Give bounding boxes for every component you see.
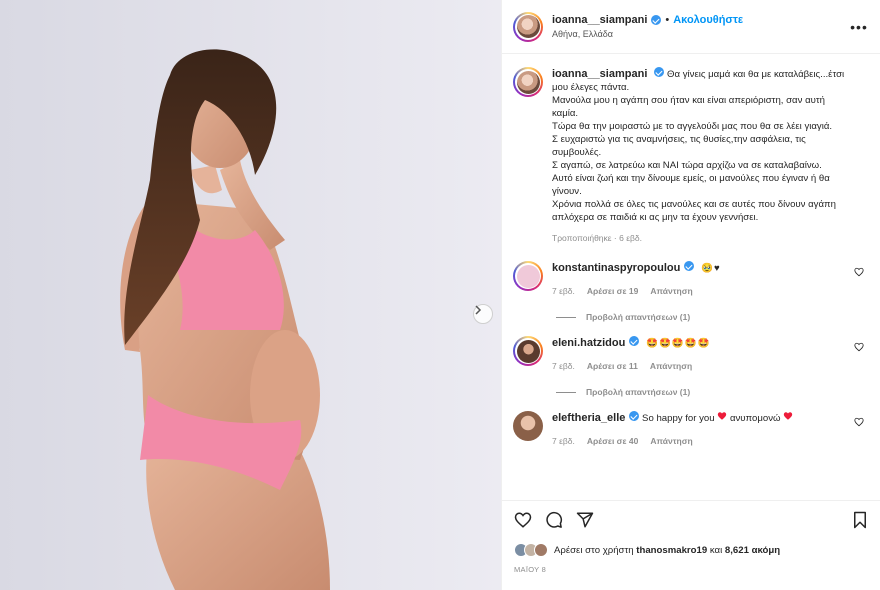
caption-line: Σ ευχαριστώ για τις αναμνήσεις, τις θυσί… — [552, 134, 806, 158]
like-heart-icon[interactable] — [514, 511, 532, 529]
next-photo-button[interactable] — [473, 304, 493, 324]
more-options-icon[interactable]: ••• — [850, 19, 868, 35]
red-heart-emoji-icon — [718, 412, 727, 420]
caption-username[interactable]: ioanna__siampani — [552, 68, 647, 80]
comment-item: eleni.hatzidou 🤩🤩🤩🤩🤩 7 εβδ. Αρέσει σε 11… — [513, 336, 868, 373]
verified-badge-icon — [654, 67, 665, 77]
commenter-avatar[interactable] — [513, 336, 543, 366]
verified-badge-icon — [629, 336, 640, 346]
post-date[interactable]: ΜΑΪΟΥ 8 — [514, 565, 868, 574]
likes-summary: Αρέσει στο χρήστη thanosmakro19 και 8,62… — [514, 543, 868, 557]
view-replies-label: Προβολή απαντήσεων (1) — [586, 387, 691, 397]
comment-likes[interactable]: Αρέσει σε 19 — [587, 285, 638, 298]
comment-username[interactable]: eleni.hatzidou — [552, 337, 625, 349]
view-replies-button[interactable]: Προβολή απαντήσεων (1) — [556, 312, 868, 322]
post-location[interactable]: Αθήνα, Ελλάδα — [552, 29, 850, 39]
liked-by-username[interactable]: thanosmakro19 — [636, 545, 707, 556]
author-username[interactable]: ioanna__siampani — [552, 14, 647, 26]
share-send-icon[interactable] — [576, 511, 594, 529]
follow-button[interactable]: Ακολουθήστε — [673, 14, 743, 26]
caption-line: Αυτό είναι ζωή και την δίνουμε εμείς, οι… — [552, 173, 830, 197]
caption-author-avatar[interactable] — [513, 67, 543, 97]
comment-text: So happy for you — [642, 413, 715, 424]
caption-edited-time: Τροποποιήθηκε · 6 εβδ. — [552, 233, 642, 243]
likes-prefix: Αρέσει στο χρήστη — [554, 544, 634, 556]
likes-count[interactable]: 8,621 ακόμη — [725, 545, 780, 556]
red-heart-emoji-icon — [784, 412, 793, 420]
comments-section: ioanna__siampani Θα γίνεις μαμά και θα μ… — [502, 55, 880, 500]
like-comment-heart-icon[interactable] — [854, 417, 864, 427]
post-sidebar: ioanna__siampani • Ακολουθήστε Αθήνα, Ελ… — [501, 0, 880, 590]
post-header: ioanna__siampani • Ακολουθήστε Αθήνα, Ελ… — [502, 0, 880, 54]
verified-badge-icon — [651, 15, 662, 25]
comment-age[interactable]: 7 εβδ. — [552, 285, 575, 298]
view-replies-button[interactable]: Προβολή απαντήσεων (1) — [556, 387, 868, 397]
post-caption: ioanna__siampani Θα γίνεις μαμά και θα μ… — [513, 67, 868, 245]
commenter-avatar[interactable] — [513, 411, 543, 441]
view-replies-label: Προβολή απαντήσεων (1) — [586, 312, 691, 322]
caption-line: Μανούλα μου η αγάπη σου ήταν και είναι α… — [552, 95, 825, 119]
comment-text: 🤩🤩🤩🤩🤩 — [646, 338, 711, 349]
commenter-avatar[interactable] — [513, 261, 543, 291]
verified-badge-icon — [684, 261, 695, 271]
comment-age[interactable]: 7 εβδ. — [552, 360, 575, 373]
post-photo[interactable] — [0, 0, 501, 590]
comment-text-after: ανυπομονώ — [729, 413, 781, 424]
like-comment-heart-icon[interactable] — [854, 342, 864, 352]
liker-avatars[interactable] — [514, 543, 548, 557]
comment-likes[interactable]: Αρέσει σε 11 — [587, 360, 638, 373]
comment-likes[interactable]: Αρέσει σε 40 — [587, 435, 638, 448]
pregnant-woman-photo — [0, 0, 501, 590]
save-bookmark-icon[interactable] — [852, 511, 868, 529]
comment-bubble-icon[interactable] — [545, 511, 563, 529]
comment-item: eleftheria_elle So happy for you ανυπομο… — [513, 411, 868, 448]
likes-and: και — [709, 544, 723, 556]
like-comment-heart-icon[interactable] — [854, 267, 864, 277]
comment-username[interactable]: eleftheria_elle — [552, 412, 625, 424]
author-avatar[interactable] — [513, 11, 543, 42]
comment-username[interactable]: konstantinaspyropoulou — [552, 262, 680, 274]
caption-line: Σ αγαπώ, σε λατρεύω και ΝΑΙ τώρα αρχίζω … — [552, 160, 822, 171]
comment-text: 🥹♥ — [701, 263, 721, 274]
post-modal: ioanna__siampani • Ακολουθήστε Αθήνα, Ελ… — [0, 0, 880, 590]
verified-badge-icon — [629, 411, 640, 421]
reply-button[interactable]: Απάντηση — [650, 435, 692, 448]
comment-age[interactable]: 7 εβδ. — [552, 435, 575, 448]
caption-line: Χρόνια πολλά σε όλες τις μανούλες και σε… — [552, 199, 836, 223]
reply-button[interactable]: Απάντηση — [650, 285, 692, 298]
comment-item: konstantinaspyropoulou 🥹♥ 7 εβδ. Αρέσει … — [513, 261, 868, 298]
reply-button[interactable]: Απάντηση — [650, 360, 692, 373]
separator-dot: • — [665, 14, 670, 26]
chevron-right-icon — [475, 305, 482, 315]
post-footer: Αρέσει στο χρήστη thanosmakro19 και 8,62… — [502, 500, 880, 574]
action-bar — [514, 511, 868, 529]
caption-line: Τώρα θα την μοιραστώ με το αγγελούδι μας… — [552, 121, 833, 132]
